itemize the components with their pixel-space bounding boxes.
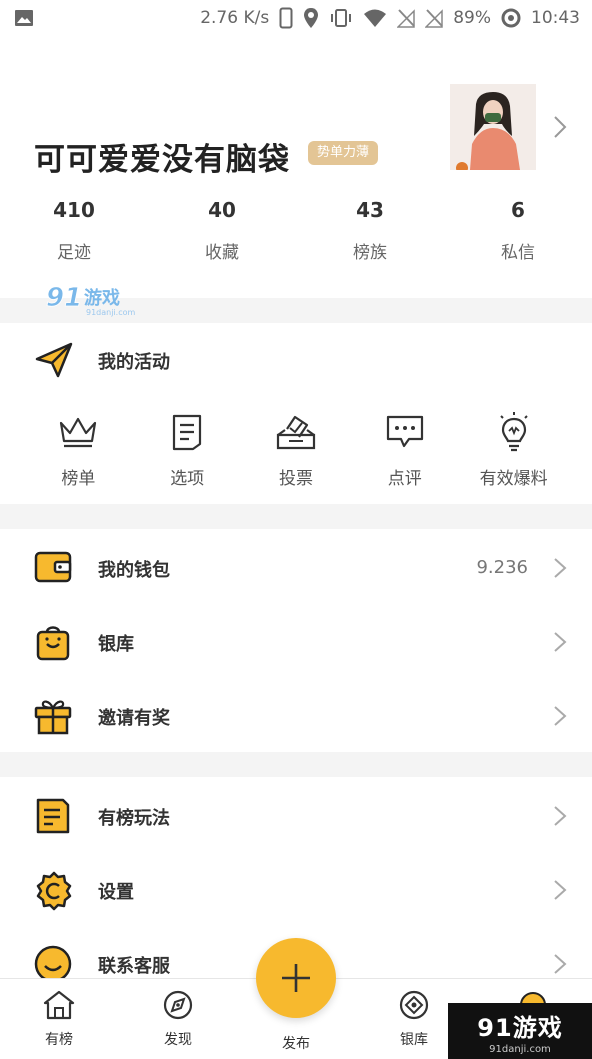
clock: 10:43: [531, 8, 580, 28]
paper-plane-icon: [34, 341, 74, 383]
location-icon: [303, 7, 319, 29]
nav-publish-label-wrap[interactable]: 发布: [261, 1029, 331, 1053]
nav-label: 发现: [164, 1032, 192, 1048]
wallet-balance: 9.236: [476, 557, 528, 578]
compass-icon: [163, 990, 193, 1020]
nav-label: 有榜: [45, 1032, 73, 1048]
chevron-right-icon: [552, 804, 568, 832]
section-divider: [0, 504, 592, 529]
stat-value: 6: [511, 198, 525, 222]
ballot-box-icon: [242, 410, 351, 454]
activity-label: 点评: [387, 469, 422, 489]
publish-button[interactable]: [256, 938, 336, 1018]
stat-value: 40: [208, 198, 236, 222]
stat-value: 43: [356, 198, 384, 222]
nav-bank[interactable]: 银库: [379, 989, 449, 1049]
stat-label: 足迹: [57, 243, 91, 263]
stat-messages[interactable]: 6 私信: [444, 194, 592, 274]
activity-item-options[interactable]: 选项: [133, 410, 242, 494]
activity-label: 有效爆料: [479, 469, 548, 489]
menu-label: 设置: [98, 882, 134, 903]
bank-coin-icon: [399, 990, 429, 1020]
gear-icon: [33, 870, 75, 916]
activity-label: 投票: [278, 469, 313, 489]
svg-text:91: 91: [46, 283, 82, 313]
watermark-logo: 91 游戏 91danji.com: [46, 282, 142, 322]
crown-icon: [24, 410, 133, 454]
no-signal-icon-2: [425, 8, 443, 28]
menu-item-wallet[interactable]: 我的钱包 9.236: [0, 530, 592, 604]
stat-value: 410: [53, 198, 95, 222]
chevron-right-icon[interactable]: [552, 114, 568, 144]
stat-label: 收藏: [205, 243, 239, 263]
menu-item-bank[interactable]: 银库: [0, 604, 592, 678]
chevron-right-icon: [552, 704, 568, 732]
sync-icon: [501, 8, 521, 28]
avatar[interactable]: [450, 84, 536, 170]
home-icon: [43, 990, 75, 1020]
menu-item-rules[interactable]: 有榜玩法: [0, 778, 592, 852]
nav-home[interactable]: 有榜: [24, 989, 94, 1049]
battery-percent: 89%: [453, 8, 491, 28]
my-activity-header[interactable]: 我的活动: [0, 323, 592, 395]
list-doc-icon: [133, 410, 242, 454]
activity-label: 选项: [170, 469, 205, 489]
menu-label: 有榜玩法: [98, 808, 170, 829]
plus-icon: [282, 964, 310, 992]
vibrate-icon: [329, 8, 353, 28]
menu-item-settings[interactable]: 设置: [0, 852, 592, 926]
activity-item-tips[interactable]: 有效爆料: [459, 410, 568, 494]
profile-name: 可可爱爱没有脑袋: [34, 142, 290, 178]
nav-label: 发布: [282, 1036, 310, 1052]
wallet-icon: [33, 548, 73, 590]
section-divider: [0, 752, 592, 777]
stat-favorites[interactable]: 40 收藏: [148, 194, 296, 274]
phone-icon: [279, 7, 293, 29]
chevron-right-icon: [552, 952, 568, 980]
activity-label: 榜单: [61, 469, 96, 489]
profile-stats: 410 足迹 40 收藏 43 榜族 6 私信: [0, 194, 592, 274]
chevron-right-icon: [552, 630, 568, 658]
svg-text:91danji.com: 91danji.com: [86, 308, 136, 317]
my-activity-title: 我的活动: [98, 352, 170, 373]
wifi-icon: [363, 8, 387, 28]
document-icon: [33, 796, 73, 840]
lightbulb-icon: [459, 410, 568, 454]
watermark-badge: 91游戏 91danji.com: [448, 1003, 592, 1059]
stat-followers[interactable]: 43 榜族: [296, 194, 444, 274]
gift-icon: [33, 696, 73, 740]
level-badge: 势单力薄: [308, 141, 379, 165]
svg-text:游戏: 游戏: [84, 287, 120, 309]
watermark-sub: 91danji.com: [489, 1043, 551, 1055]
stat-label: 榜族: [353, 243, 387, 263]
menu-item-invite[interactable]: 邀请有奖: [0, 678, 592, 752]
comment-bubble-icon: [350, 410, 459, 454]
network-speed: 2.76 K/s: [200, 8, 270, 28]
chevron-right-icon: [552, 556, 568, 584]
watermark-main: 91游戏: [477, 1013, 563, 1042]
menu-label: 邀请有奖: [98, 708, 170, 729]
menu-label: 我的钱包: [98, 560, 170, 581]
activity-item-vote[interactable]: 投票: [242, 410, 351, 494]
no-signal-icon: [397, 8, 415, 28]
shopping-bag-icon: [33, 622, 73, 666]
activity-item-review[interactable]: 点评: [350, 410, 459, 494]
stat-label: 私信: [501, 243, 535, 263]
activity-item-rankings[interactable]: 榜单: [24, 410, 133, 494]
image-icon: [14, 9, 34, 27]
stat-footprints[interactable]: 410 足迹: [0, 194, 148, 274]
status-bar: 2.76 K/s 89% 10:43: [0, 0, 592, 36]
menu-label: 联系客服: [98, 956, 170, 977]
activity-grid: 榜单 选项 投票 点评 有效爆料: [24, 410, 568, 494]
chevron-right-icon: [552, 878, 568, 906]
nav-label: 银库: [400, 1032, 428, 1048]
menu-label: 银库: [98, 634, 134, 655]
nav-discover[interactable]: 发现: [143, 989, 213, 1049]
